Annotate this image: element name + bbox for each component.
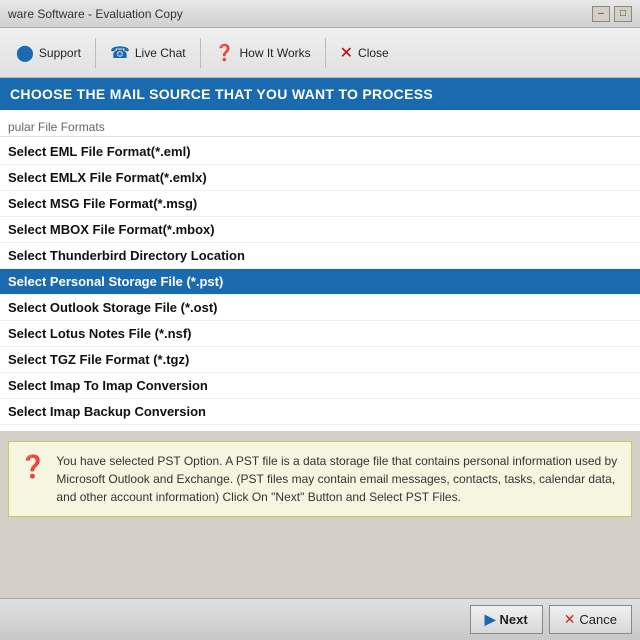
toolbar-separator-1 [95, 38, 96, 68]
cancel-button[interactable]: ✕ Cance [549, 605, 632, 634]
section-label: pular File Formats [0, 116, 640, 137]
close-label: Close [358, 46, 389, 60]
support-icon: ⬤ [16, 43, 34, 63]
format-emlx[interactable]: Select EMLX File Format(*.emlx) [0, 165, 640, 191]
format-mbox[interactable]: Select MBOX File Format(*.mbox) [0, 217, 640, 243]
title-bar: ware Software - Evaluation Copy – □ [0, 0, 640, 28]
format-imap-backup[interactable]: Select Imap Backup Conversion [0, 399, 640, 425]
support-label: Support [39, 46, 81, 60]
toolbar: ⬤ Support ☎ Live Chat ❓ How It Works ✕ C… [0, 28, 640, 78]
live-chat-button[interactable]: ☎ Live Chat [98, 28, 198, 77]
format-nsf[interactable]: Select Lotus Notes File (*.nsf) [0, 321, 640, 347]
cancel-icon: ✕ [564, 611, 576, 628]
format-pst[interactable]: Select Personal Storage File (*.pst) [0, 269, 640, 295]
header-text: CHOOSE THE MAIL SOURCE THAT YOU WANT TO … [10, 86, 433, 102]
file-format-list: Select EML File Format(*.eml) Select EML… [0, 139, 640, 425]
maximize-button[interactable]: □ [614, 6, 632, 22]
minimize-button[interactable]: – [592, 6, 610, 22]
title-bar-text: ware Software - Evaluation Copy [8, 7, 183, 21]
main-content: pular File Formats Select EML File Forma… [0, 110, 640, 431]
format-ost[interactable]: Select Outlook Storage File (*.ost) [0, 295, 640, 321]
how-it-works-button[interactable]: ❓ How It Works [203, 28, 323, 77]
format-imap-conversion[interactable]: Select Imap To Imap Conversion [0, 373, 640, 399]
format-eml[interactable]: Select EML File Format(*.eml) [0, 139, 640, 165]
how-it-works-icon: ❓ [215, 43, 235, 63]
support-button[interactable]: ⬤ Support [4, 28, 93, 77]
close-button[interactable]: ✕ Close [328, 28, 401, 77]
format-msg[interactable]: Select MSG File Format(*.msg) [0, 191, 640, 217]
info-box: ❓ You have selected PST Option. A PST fi… [8, 441, 632, 517]
live-chat-label: Live Chat [135, 46, 186, 60]
next-button[interactable]: ▶ Next [470, 605, 543, 634]
next-label: Next [500, 612, 528, 627]
cancel-label: Cance [579, 612, 617, 627]
close-icon: ✕ [340, 43, 353, 63]
toolbar-separator-2 [200, 38, 201, 68]
format-thunderbird[interactable]: Select Thunderbird Directory Location [0, 243, 640, 269]
title-bar-buttons: – □ [592, 6, 632, 22]
format-tgz[interactable]: Select TGZ File Format (*.tgz) [0, 347, 640, 373]
bottom-bar: ▶ Next ✕ Cance [0, 598, 640, 640]
info-icon: ❓ [19, 454, 46, 480]
how-it-works-label: How It Works [240, 46, 311, 60]
live-chat-icon: ☎ [110, 43, 130, 63]
toolbar-separator-3 [325, 38, 326, 68]
info-text: You have selected PST Option. A PST file… [56, 452, 621, 506]
header-bar: CHOOSE THE MAIL SOURCE THAT YOU WANT TO … [0, 78, 640, 110]
next-icon: ▶ [485, 611, 496, 628]
